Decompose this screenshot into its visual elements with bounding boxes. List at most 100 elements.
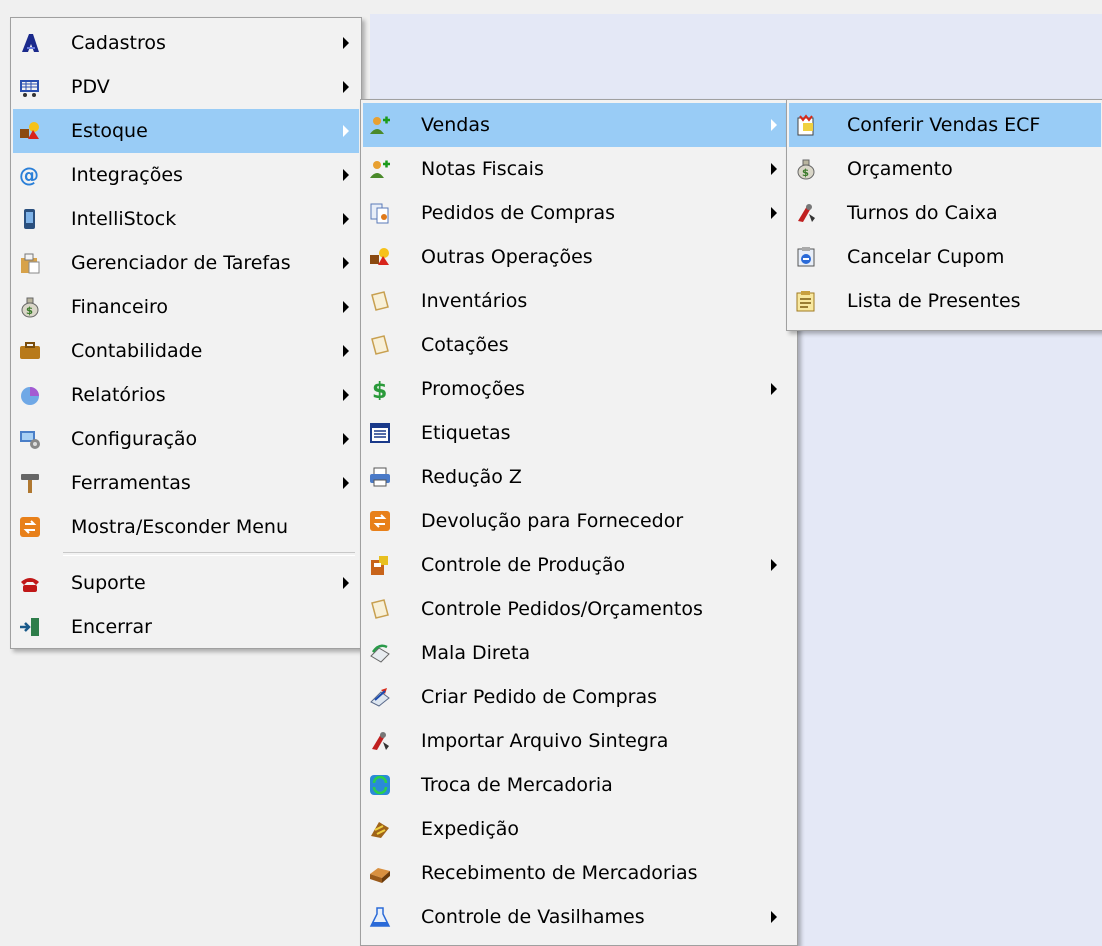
menu-item-integracoes[interactable]: @ Integrações: [13, 153, 359, 197]
submenu-arrow-icon: [343, 37, 349, 49]
notepad-icon: [369, 290, 391, 312]
menu-item-label: Outras Operações: [421, 246, 593, 268]
menu-item-label: Vendas: [421, 114, 490, 136]
menu-item-outras-operacoes[interactable]: Outras Operações: [363, 235, 795, 279]
submenu-arrow-icon: [771, 119, 777, 131]
main-menu: Cadastros PDV Estoque @ Integrações Inte…: [10, 17, 362, 649]
menu-item-gerenciador-tarefas[interactable]: Gerenciador de Tarefas: [13, 241, 359, 285]
menu-item-label: Criar Pedido de Compras: [421, 686, 657, 708]
notepad-icon: [369, 598, 391, 620]
operations-icon: [369, 246, 391, 268]
menu-item-troca-mercadoria[interactable]: Troca de Mercadoria: [363, 763, 795, 807]
cancel-coupon-icon: [795, 246, 817, 268]
menu-item-turnos-caixa[interactable]: Turnos do Caixa: [789, 191, 1101, 235]
menu-item-recebimento-mercadorias[interactable]: Recebimento de Mercadorias: [363, 851, 795, 895]
menu-item-cotacoes[interactable]: Cotações: [363, 323, 795, 367]
menu-item-label: IntelliStock: [71, 208, 177, 230]
menu-item-label: Turnos do Caixa: [847, 202, 998, 224]
clipboard-icon: [19, 252, 41, 274]
menu-item-label: Pedidos de Compras: [421, 202, 616, 224]
menu-item-expedicao[interactable]: Expedição: [363, 807, 795, 851]
menu-item-financeiro[interactable]: $ Financeiro: [13, 285, 359, 329]
submenu-arrow-icon: [771, 207, 777, 219]
menu-item-pdv[interactable]: PDV: [13, 65, 359, 109]
menu-item-conferir-vendas-ecf[interactable]: Conferir Vendas ECF: [789, 103, 1101, 147]
menu-item-reducao-z[interactable]: Redução Z: [363, 455, 795, 499]
menu-item-label: Conferir Vendas ECF: [847, 114, 1041, 136]
menu-item-label: Troca de Mercadoria: [421, 774, 613, 796]
submenu-arrow-icon: [343, 81, 349, 93]
menu-item-contabilidade[interactable]: Contabilidade: [13, 329, 359, 373]
shipping-icon: [369, 818, 391, 840]
menu-item-orcamento[interactable]: $ Orçamento: [789, 147, 1101, 191]
submenu-arrow-icon: [771, 163, 777, 175]
estoque-icon: [19, 120, 41, 142]
menu-item-label: Financeiro: [71, 296, 168, 318]
dollar-icon: $: [369, 378, 391, 404]
production-icon: [369, 554, 391, 576]
receipt-check-icon: [795, 114, 817, 136]
menu-item-label: Controle Pedidos/Orçamentos: [421, 598, 703, 620]
svg-text:$: $: [802, 168, 809, 179]
flask-icon: [369, 906, 391, 928]
submenu-arrow-icon: [771, 559, 777, 571]
menu-item-pedidos-compras[interactable]: Pedidos de Compras: [363, 191, 795, 235]
menu-item-label: Controle de Produção: [421, 554, 626, 576]
receiving-icon: [369, 862, 391, 884]
menu-item-label: Recebimento de Mercadorias: [421, 862, 698, 884]
menu-item-controle-vasilhames[interactable]: Controle de Vasilhames: [363, 895, 795, 939]
menu-item-controle-producao[interactable]: Controle de Produção: [363, 543, 795, 587]
menu-item-vendas[interactable]: Vendas: [363, 103, 795, 147]
menu-item-cadastros[interactable]: Cadastros: [13, 21, 359, 65]
menu-item-label: Inventários: [421, 290, 528, 312]
menu-item-etiquetas[interactable]: Etiquetas: [363, 411, 795, 455]
import-icon: [369, 730, 391, 752]
menu-item-promocoes[interactable]: $ Promoções: [363, 367, 795, 411]
gift-list-icon: [795, 290, 817, 312]
menu-item-estoque[interactable]: Estoque: [13, 109, 359, 153]
menu-item-importar-sintegra[interactable]: Importar Arquivo Sintegra: [363, 719, 795, 763]
menu-item-relatorios[interactable]: Relatórios: [13, 373, 359, 417]
labels-icon: [369, 422, 391, 444]
menu-item-label: Cadastros: [71, 32, 166, 54]
printer-icon: [369, 466, 391, 488]
shifts-icon: [795, 202, 817, 224]
menu-item-label: Mala Direta: [421, 642, 531, 664]
exchange-icon: [369, 774, 391, 796]
documents-icon: [369, 202, 391, 224]
menu-item-notas-fiscais[interactable]: Notas Fiscais: [363, 147, 795, 191]
create-order-icon: [369, 686, 391, 708]
submenu-arrow-icon: [343, 577, 349, 589]
menu-item-cancelar-cupom[interactable]: Cancelar Cupom: [789, 235, 1101, 279]
menu-item-controle-pedidos-orcamentos[interactable]: Controle Pedidos/Orçamentos: [363, 587, 795, 631]
menu-item-mostra-esconder[interactable]: Mostra/Esconder Menu: [13, 505, 359, 549]
submenu-arrow-icon: [343, 125, 349, 137]
menu-item-label: Notas Fiscais: [421, 158, 544, 180]
menu-item-label: Ferramentas: [71, 472, 191, 494]
menu-item-devolucao-fornecedor[interactable]: Devolução para Fornecedor: [363, 499, 795, 543]
menu-item-encerrar[interactable]: Encerrar: [13, 605, 359, 649]
menu-item-ferramentas[interactable]: Ferramentas: [13, 461, 359, 505]
menu-item-intellistock[interactable]: IntelliStock: [13, 197, 359, 241]
users-add-icon: [369, 158, 391, 180]
menu-item-suporte[interactable]: Suporte: [13, 561, 359, 605]
menu-item-label: Cancelar Cupom: [847, 246, 1005, 268]
menu-item-mala-direta[interactable]: Mala Direta: [363, 631, 795, 675]
configuration-icon: [19, 428, 41, 450]
menu-item-configuracao[interactable]: Configuração: [13, 417, 359, 461]
money-bag-icon: $: [795, 158, 817, 180]
menu-item-inventarios[interactable]: Inventários: [363, 279, 795, 323]
menu-item-label: Promoções: [421, 378, 525, 400]
exit-icon: [19, 616, 41, 638]
menu-item-label: Contabilidade: [71, 340, 203, 362]
menu-item-criar-pedido-compras[interactable]: Criar Pedido de Compras: [363, 675, 795, 719]
submenu-arrow-icon: [343, 213, 349, 225]
menu-item-label: Orçamento: [847, 158, 953, 180]
submenu-arrow-icon: [343, 301, 349, 313]
estoque-submenu: Vendas Notas Fiscais Pedidos de Compras …: [360, 99, 798, 946]
menu-item-label: Cotações: [421, 334, 509, 356]
vendas-submenu: Conferir Vendas ECF $ Orçamento Turnos d…: [786, 99, 1102, 331]
menu-item-label: Redução Z: [421, 466, 522, 488]
menu-item-lista-presentes[interactable]: Lista de Presentes: [789, 279, 1101, 323]
svg-text:$: $: [26, 306, 33, 317]
